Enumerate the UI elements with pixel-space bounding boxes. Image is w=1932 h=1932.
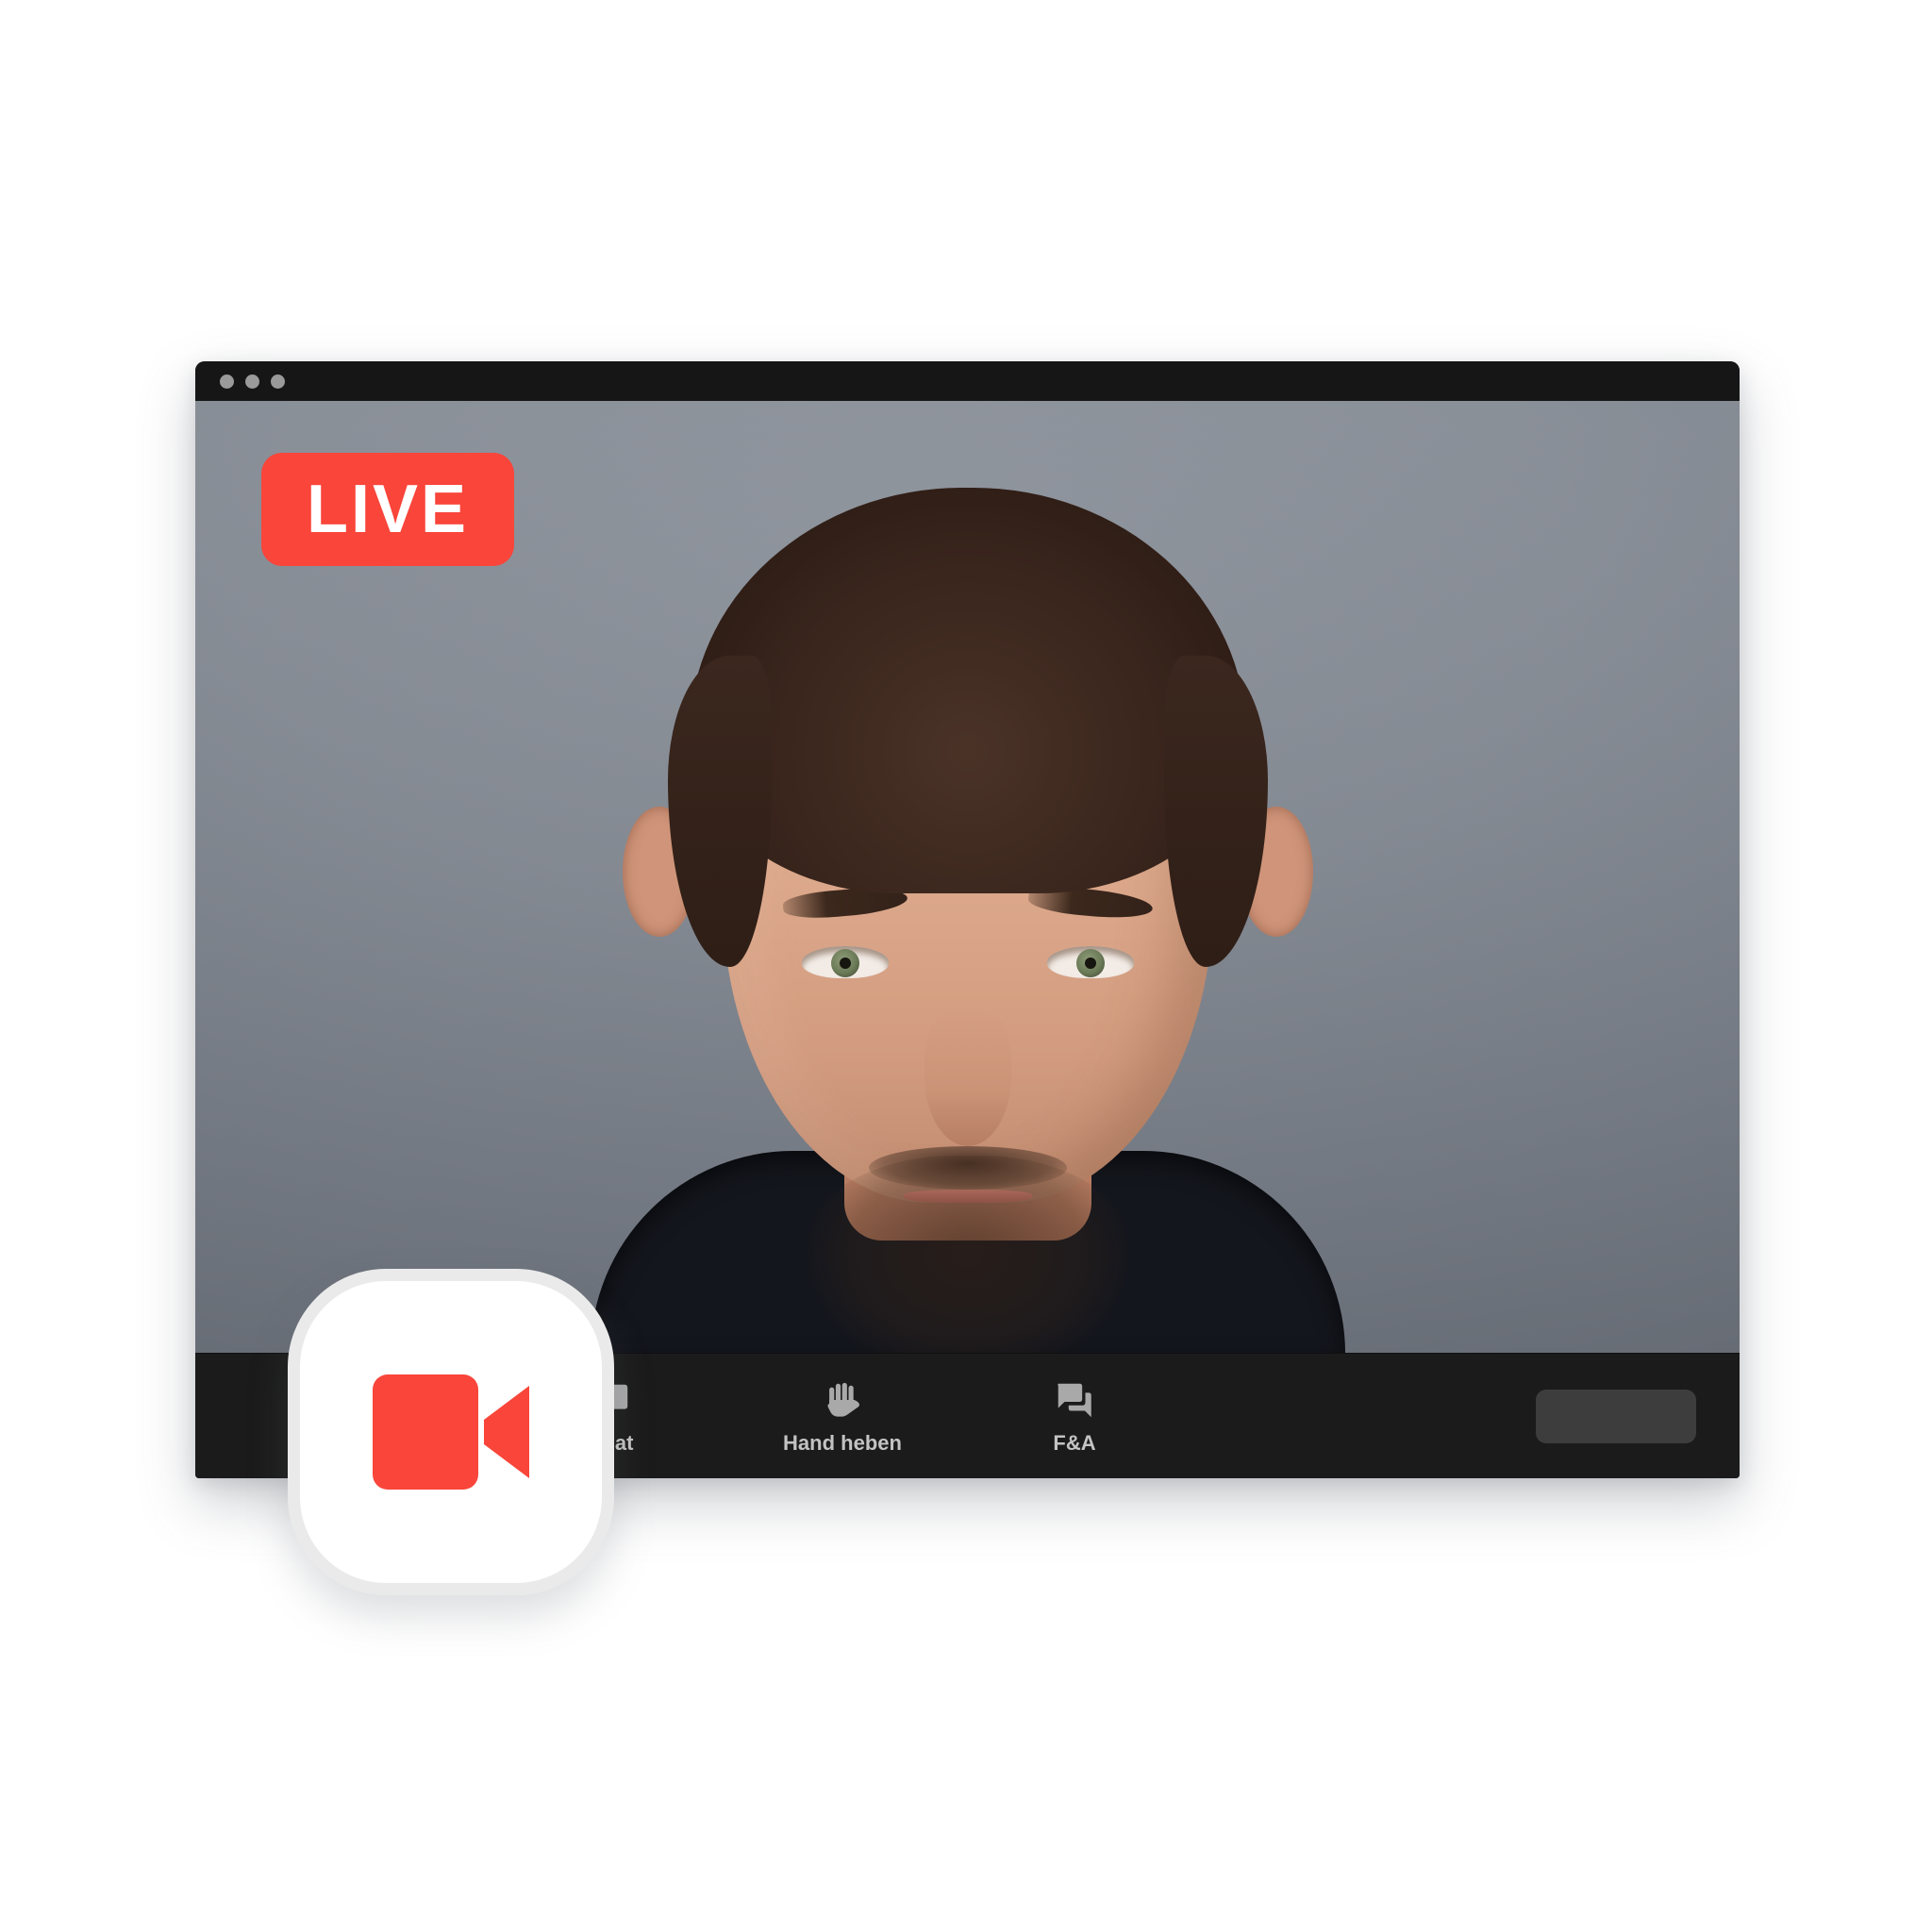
toolbar-item-qa-label: F&A [1053, 1430, 1096, 1455]
video-camera-icon [373, 1374, 529, 1490]
window-zoom-dot[interactable] [271, 375, 285, 389]
raised-hand-icon [821, 1379, 864, 1423]
presenter-eye-left [801, 946, 889, 978]
presenter-moustache [868, 1146, 1067, 1190]
page-canvas: LIVE Chat [0, 0, 1932, 1932]
window-minimize-dot[interactable] [245, 375, 259, 389]
forum-bubbles-icon [1053, 1379, 1096, 1423]
toolbar-action-button[interactable] [1536, 1390, 1696, 1443]
toolbar-item-qa[interactable]: F&A [1004, 1367, 1145, 1465]
toolbar-item-raise-hand[interactable]: Hand heben [772, 1367, 913, 1465]
window-close-dot[interactable] [220, 375, 234, 389]
presenter-pupil-right [1084, 958, 1096, 969]
window-titlebar [195, 361, 1740, 401]
presenter-hair [689, 488, 1246, 893]
presenter-nose [924, 1005, 1011, 1146]
live-badge-label: LIVE [306, 472, 470, 547]
presenter-pupil-left [839, 958, 851, 969]
video-camera-badge[interactable] [288, 1269, 614, 1595]
live-status-badge: LIVE [261, 453, 514, 566]
presenter-eye-right [1046, 946, 1134, 978]
video-stage[interactable]: LIVE [195, 401, 1740, 1354]
toolbar-item-raise-hand-label: Hand heben [783, 1430, 902, 1455]
presenter-iris-left [830, 949, 859, 977]
toolbar-items: Chat [540, 1354, 1145, 1478]
presenter-portrait [562, 401, 1374, 1354]
presenter-mouth [903, 1190, 1032, 1203]
presenter-iris-right [1075, 949, 1105, 977]
